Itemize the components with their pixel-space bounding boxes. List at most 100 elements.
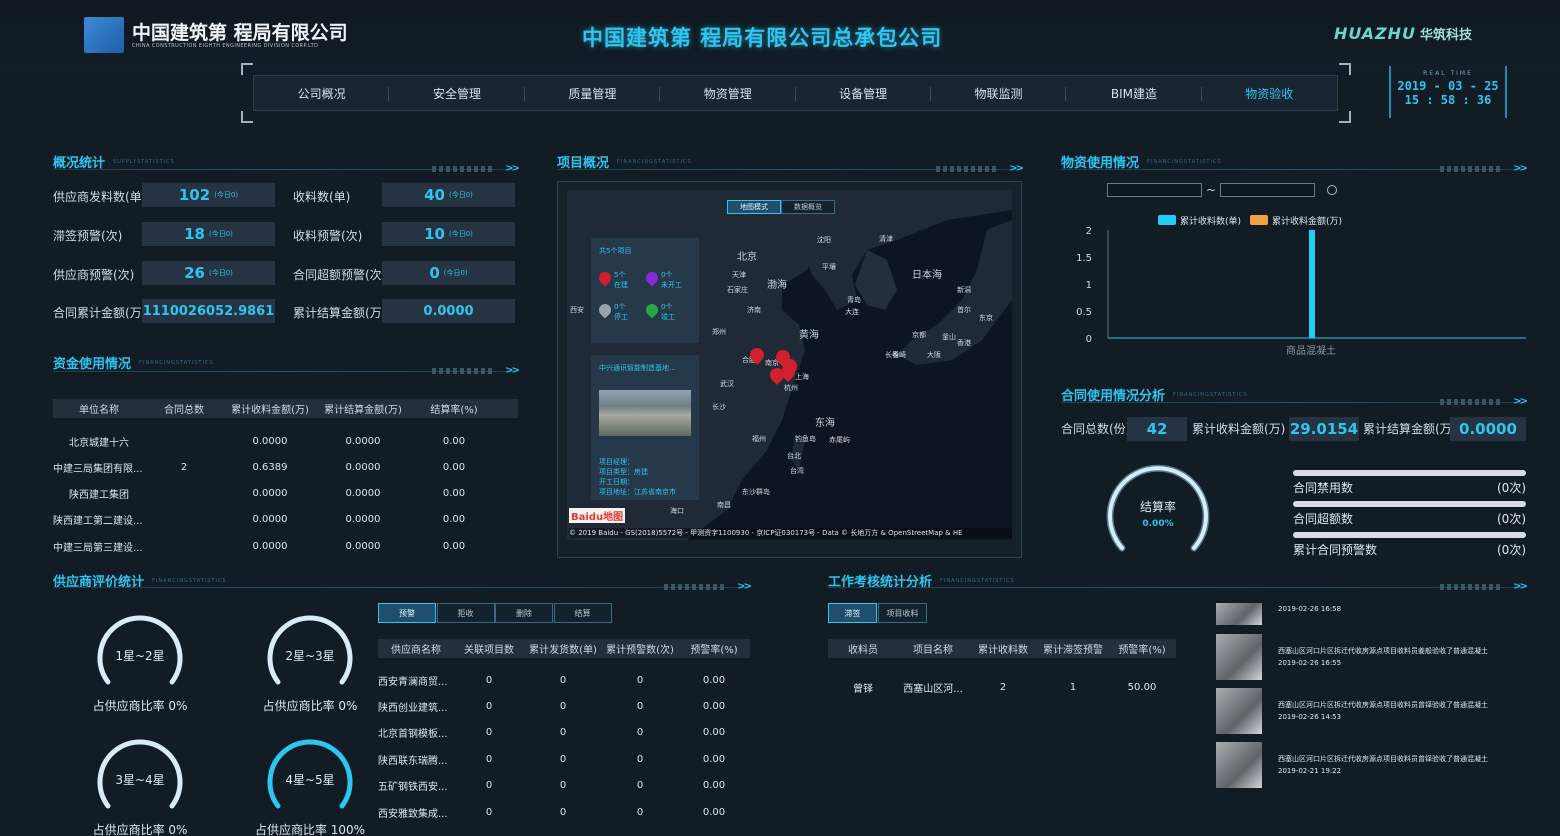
table-row[interactable]: 陕西建工第二建设... 0.0000 0.0000 0.00 xyxy=(53,513,518,527)
map-label: 上海 xyxy=(795,373,809,381)
project-map[interactable]: 地图模式 数据概览 北京 天津 渤海 日本海 黄海 东海 上海 杭州 南京 合肥 武汉 长沙 福州 台北台… xyxy=(567,190,1012,540)
nav-item-7[interactable]: 物资验收 xyxy=(1202,76,1337,110)
map-label: 台湾 xyxy=(790,467,804,475)
table-cell: 陕西联东瑞腾... xyxy=(378,755,448,767)
legend-swatch xyxy=(1250,215,1268,225)
table-cell: 西安雅致集成... xyxy=(378,808,448,820)
status-pin-icon xyxy=(643,269,661,287)
nav-item-5[interactable]: 物联监测 xyxy=(931,76,1067,110)
map-mode-button[interactable]: 地图模式 xyxy=(727,200,781,214)
status-label: 未开工 xyxy=(661,281,682,289)
table-cell: 0 xyxy=(559,700,567,712)
table-row[interactable]: 陕西建工集团 0.0000 0.0000 0.00 xyxy=(53,487,518,501)
map-label: 平壤 xyxy=(822,263,836,271)
legend-label: 累计收料数(单) xyxy=(1180,215,1241,227)
supplier-divider: >> xyxy=(53,581,752,592)
materials-chart: 累计收料数(单) 累计收料金额(万) 0 0.5 1 1.5 2 商品混凝土 xyxy=(1076,215,1526,357)
table-row[interactable]: 陕西创业建筑... 0 0 0 0.00 xyxy=(378,699,750,714)
supplier-col-header[interactable]: 预警率(%) xyxy=(678,641,750,656)
work-col-header: 收料员 xyxy=(848,645,878,656)
nav-item-3[interactable]: 物资管理 xyxy=(660,76,796,110)
work-filter-button[interactable]: 滞签 xyxy=(828,603,877,623)
star-gauge-ratio: 占供应商比率 0% xyxy=(92,823,188,836)
feed-text: 西塞山区河口片区拆迁代收房源点项目收料员曾铎验收了普通混凝土 xyxy=(1278,701,1488,709)
table-row[interactable]: 曾铎 西塞山区河... 2 1 50.00 xyxy=(828,680,1176,695)
y-tick-label: 1 xyxy=(1086,280,1092,291)
table-row[interactable]: 西安青澜商贸... 0 0 0 0.00 xyxy=(378,673,750,688)
contract-recv-box: 29.0154 xyxy=(1289,417,1359,441)
contract-recv-label: 累计收料金额(万) xyxy=(1192,422,1286,436)
feed-thumbnail[interactable] xyxy=(1216,688,1262,734)
nav-item-6[interactable]: BIM建造 xyxy=(1066,76,1203,110)
map-label: 京都 xyxy=(912,331,926,339)
contract-total-label: 合同总数(份) xyxy=(1061,422,1131,436)
nav-item-1[interactable]: 安全管理 xyxy=(389,76,526,110)
supplier-filter-button[interactable]: 拒收 xyxy=(436,603,495,623)
table-cell: 0 xyxy=(636,727,644,739)
supplier-filter-button[interactable]: 删除 xyxy=(495,603,553,623)
realtime-label: REAL TIME xyxy=(1423,70,1473,77)
y-tick-label: 0 xyxy=(1086,334,1092,345)
star-gauge-label: 2星~3星 xyxy=(285,649,335,663)
map-label: 渤海 xyxy=(767,280,787,291)
work-col-header: 累计收料数 xyxy=(978,645,1028,656)
materials-divider: >> xyxy=(1061,163,1528,174)
project-card[interactable]: 中兴通讯智能制造基地... 项目经理： 项目类型：房建 开工日期： 项目地址：江苏省南… xyxy=(591,355,699,500)
funds-col-header[interactable]: 累计收料金额(万) xyxy=(223,401,317,416)
map-label: 福州 xyxy=(752,435,766,443)
supplier-filter-button[interactable]: 预警 xyxy=(378,603,436,623)
feed-thumbnail[interactable] xyxy=(1216,634,1262,680)
table-cell: 0.00 xyxy=(702,780,726,792)
overview-divider: >> xyxy=(53,163,520,174)
supplier-filter-button[interactable]: 结算 xyxy=(553,603,612,623)
project-card-title: 中兴通讯智能制造基地... xyxy=(599,364,676,372)
table-row[interactable]: 北京首钢模板... 0 0 0 0.00 xyxy=(378,726,750,740)
feed-thumbnail[interactable] xyxy=(1216,742,1262,788)
clock: REAL TIME 2019 - 03 - 25 15 : 58 : 36 xyxy=(1389,66,1507,118)
table-cell: 0.00 xyxy=(442,488,466,500)
table-cell: 0.00 xyxy=(442,435,466,447)
table-cell: 0 xyxy=(559,780,567,792)
table-row[interactable]: 北京城建十六 0.0000 0.0000 0.00 xyxy=(53,434,518,449)
table-cell: 0.00 xyxy=(442,514,466,526)
stat-box: 102 (今日0) xyxy=(142,183,275,207)
start-date-input[interactable] xyxy=(1107,183,1202,197)
table-cell: 陕西建工第二建设... xyxy=(53,516,143,528)
table-cell: 0 xyxy=(636,806,644,818)
status-label: 竣工 xyxy=(661,313,675,321)
table-cell: 0 xyxy=(485,780,493,792)
stat-value: 0 xyxy=(429,264,440,282)
table-cell: 0.0000 xyxy=(252,435,288,447)
funds-col-header[interactable]: 结算率(%) xyxy=(409,401,499,416)
work-filter-button[interactable]: 项目收料 xyxy=(878,603,927,623)
work-col-header[interactable]: 预警率(%) xyxy=(1108,641,1176,656)
stat-value: 18 xyxy=(184,225,205,243)
project-card-info: 项目地址：江苏省南京市 xyxy=(599,488,676,496)
table-cell: 陕西创业建筑... xyxy=(378,702,448,714)
feed-thumbnail[interactable] xyxy=(1216,603,1262,625)
map-label: 黄海 xyxy=(799,330,819,341)
table-row[interactable]: 中建三局集团有限... 2 0.6389 0.0000 0.00 xyxy=(53,460,518,475)
nav-item-4[interactable]: 设备管理 xyxy=(796,76,932,110)
table-row[interactable]: 中建三局第三建设... 0.0000 0.0000 0.00 xyxy=(53,539,518,554)
stat-unit: (今日0) xyxy=(443,269,468,277)
table-cell: 北京首钢模板... xyxy=(378,729,448,741)
supplier-table-header: 供应商名称 关联项目数 累计发货数(单) 累计预警数(次) 预警率(%) xyxy=(378,639,750,658)
table-cell: 0.00 xyxy=(702,700,726,712)
header: 中国建筑第 程局有限公司 CHINA CONSTRUCTION EIGHTH E… xyxy=(0,0,1560,70)
clock-time: 15 : 58 : 36 xyxy=(1404,93,1492,107)
bar[interactable] xyxy=(1309,230,1315,338)
funds-col-header[interactable]: 累计结算金额(万) xyxy=(317,401,409,416)
project-status-panel: 共5个项目 5个 在建 0个 未开工 0个 停工 0个 竣工 xyxy=(591,238,699,343)
data-overview-button[interactable]: 数据概览 xyxy=(781,200,835,214)
table-row[interactable]: 五矿钢铁西安... 0 0 0 0.00 xyxy=(378,779,750,793)
nav-item-2[interactable]: 质量管理 xyxy=(525,76,661,110)
search-icon[interactable] xyxy=(1327,185,1338,195)
end-date-input[interactable] xyxy=(1220,183,1316,197)
table-row[interactable]: 陕西联东瑞腾... 0 0 0 0.00 xyxy=(378,752,750,767)
table-row[interactable]: 西安雅致集成... 0 0 0 0.00 xyxy=(378,805,750,820)
map-label: 西安 xyxy=(570,306,584,314)
brand-logo: HUAZHU 华筑科技 xyxy=(1334,24,1472,43)
nav-item-0[interactable]: 公司概况 xyxy=(254,76,390,110)
table-cell: 0 xyxy=(636,700,644,712)
